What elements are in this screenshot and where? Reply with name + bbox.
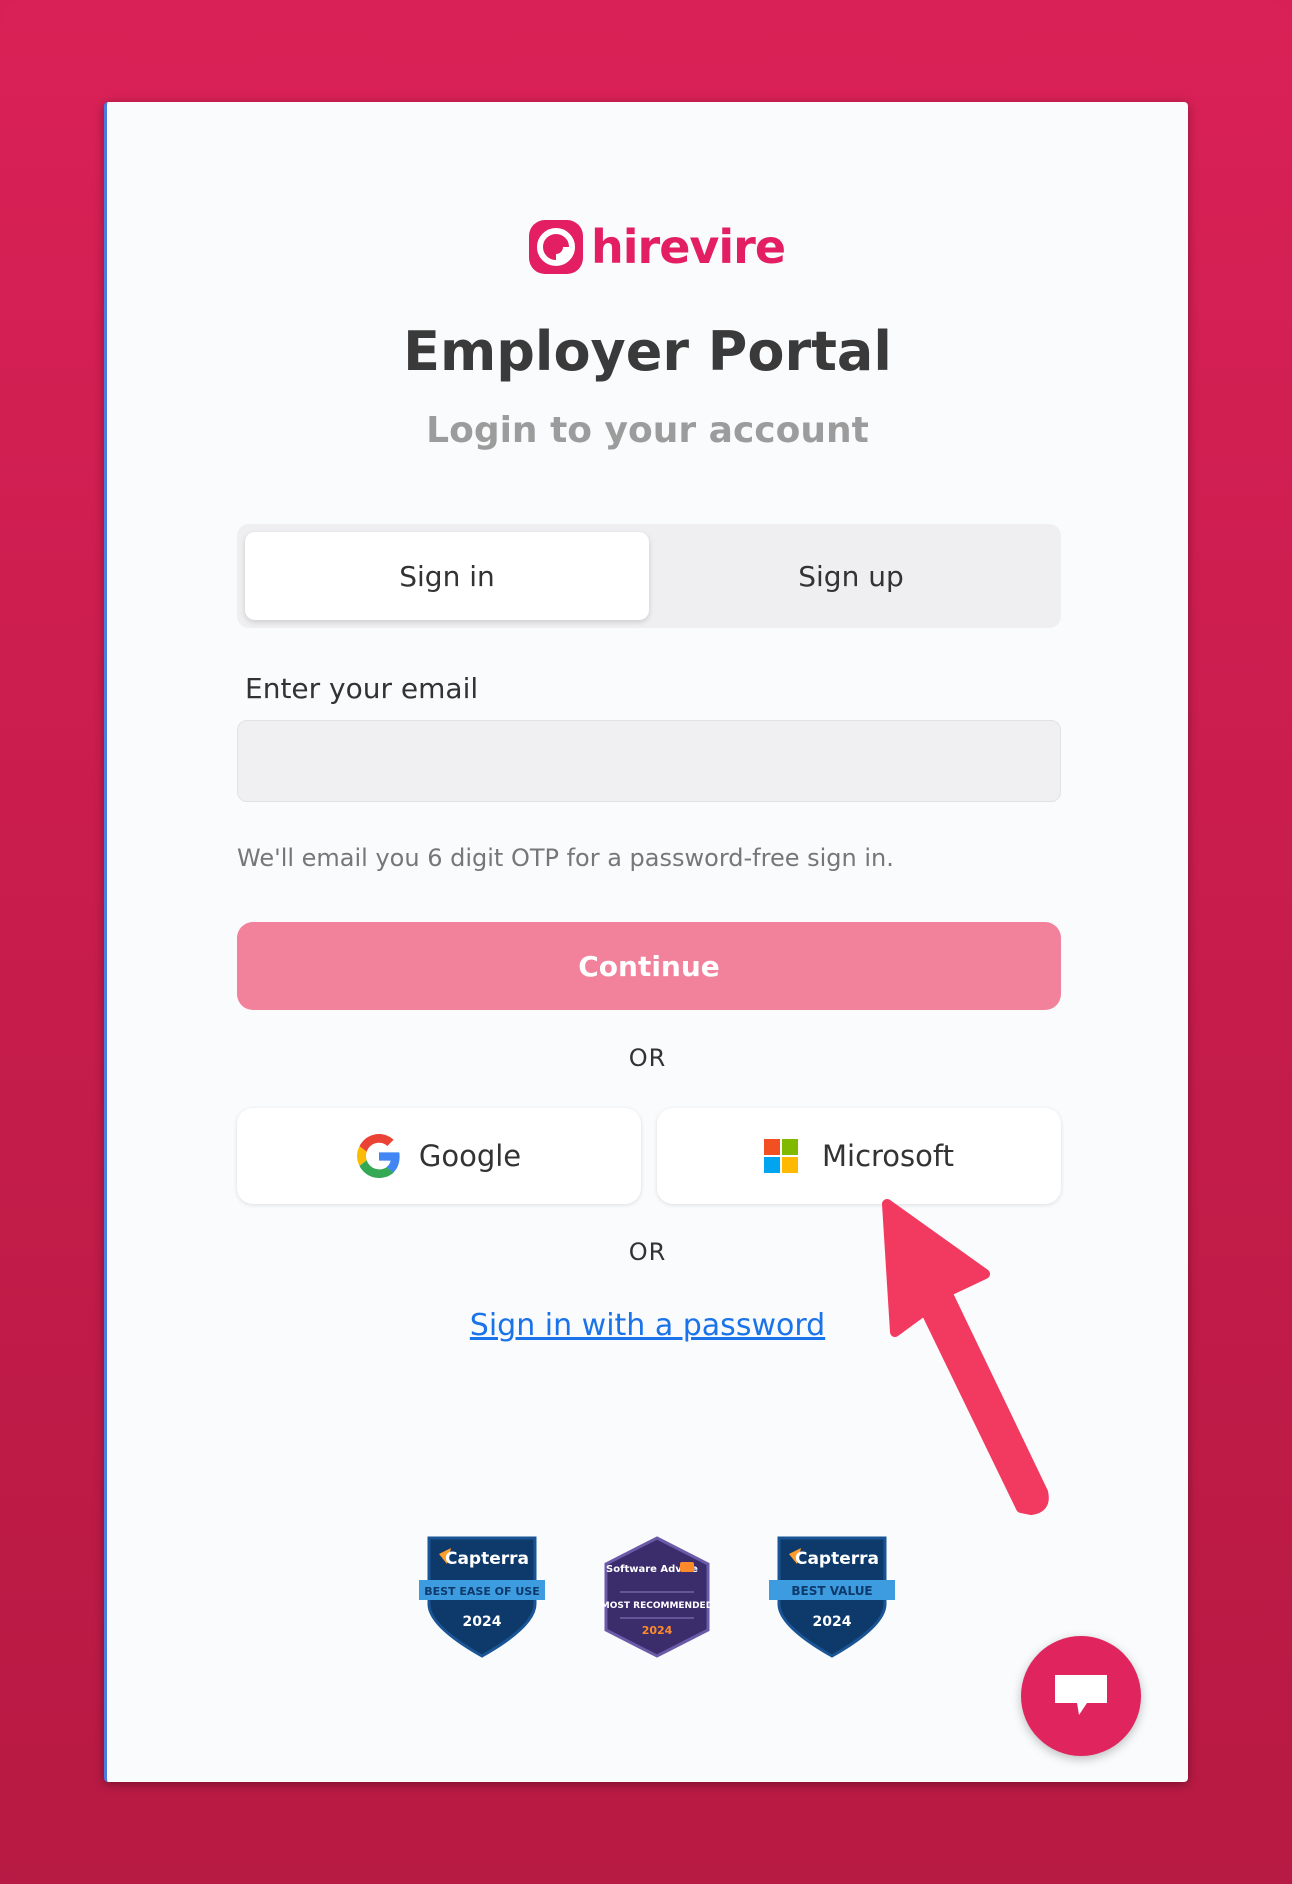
capterra-badge-ease-of-use: Capterra BEST EASE OF USE 2024 — [419, 1536, 545, 1658]
email-label: Enter your email — [245, 672, 479, 705]
badge-award: MOST RECOMMENDED — [601, 1601, 713, 1611]
badge-brand: Capterra — [795, 1549, 879, 1569]
pointer-arrow-icon — [882, 1199, 1049, 1515]
or-divider: OR — [628, 1044, 667, 1072]
software-advice-badge: Software Advice MOST RECOMMENDED 2024 — [601, 1536, 713, 1658]
page-title: Employer Portal — [403, 320, 892, 383]
hirevire-logo-icon — [529, 220, 583, 274]
badge-award: BEST EASE OF USE — [424, 1585, 540, 1598]
award-badges: Capterra BEST EASE OF USE 2024 Software … — [417, 1532, 897, 1662]
login-card: hirevire Employer Portal Login to your a… — [104, 102, 1188, 1782]
otp-hint: We'll email you 6 digit OTP for a passwo… — [237, 844, 894, 872]
google-sign-in-button[interactable]: Google — [237, 1108, 641, 1204]
continue-button[interactable]: Continue — [237, 922, 1061, 1010]
email-field[interactable] — [237, 720, 1061, 802]
page-subtitle: Login to your account — [426, 410, 869, 451]
chat-launcher-button[interactable] — [1021, 1636, 1141, 1756]
microsoft-sign-in-button[interactable]: Microsoft — [657, 1108, 1061, 1204]
password-link-text[interactable]: Sign in with a password — [470, 1308, 825, 1343]
microsoft-label: Microsoft — [822, 1139, 954, 1173]
google-label: Google — [418, 1139, 522, 1173]
badge-year: 2024 — [463, 1614, 502, 1630]
auth-tabs: Sign in Sign up — [237, 524, 1061, 628]
badge-year: 2024 — [642, 1624, 673, 1637]
badge-year: 2024 — [813, 1614, 852, 1630]
backdrop: hirevire Employer Portal Login to your a… — [0, 0, 1292, 1884]
microsoft-icon — [764, 1139, 798, 1173]
capterra-badge-best-value: Capterra BEST VALUE 2024 — [769, 1536, 895, 1658]
tab-sign-in[interactable]: Sign in — [245, 532, 649, 620]
brand-name: hirevire — [591, 220, 786, 274]
chat-bubble-icon — [1055, 1675, 1107, 1715]
tab-sign-up[interactable]: Sign up — [649, 532, 1053, 620]
google-icon — [356, 1134, 400, 1178]
badge-award: BEST VALUE — [791, 1584, 872, 1598]
badge-brand: Capterra — [445, 1549, 529, 1569]
brand-logo: hirevire — [527, 216, 787, 278]
